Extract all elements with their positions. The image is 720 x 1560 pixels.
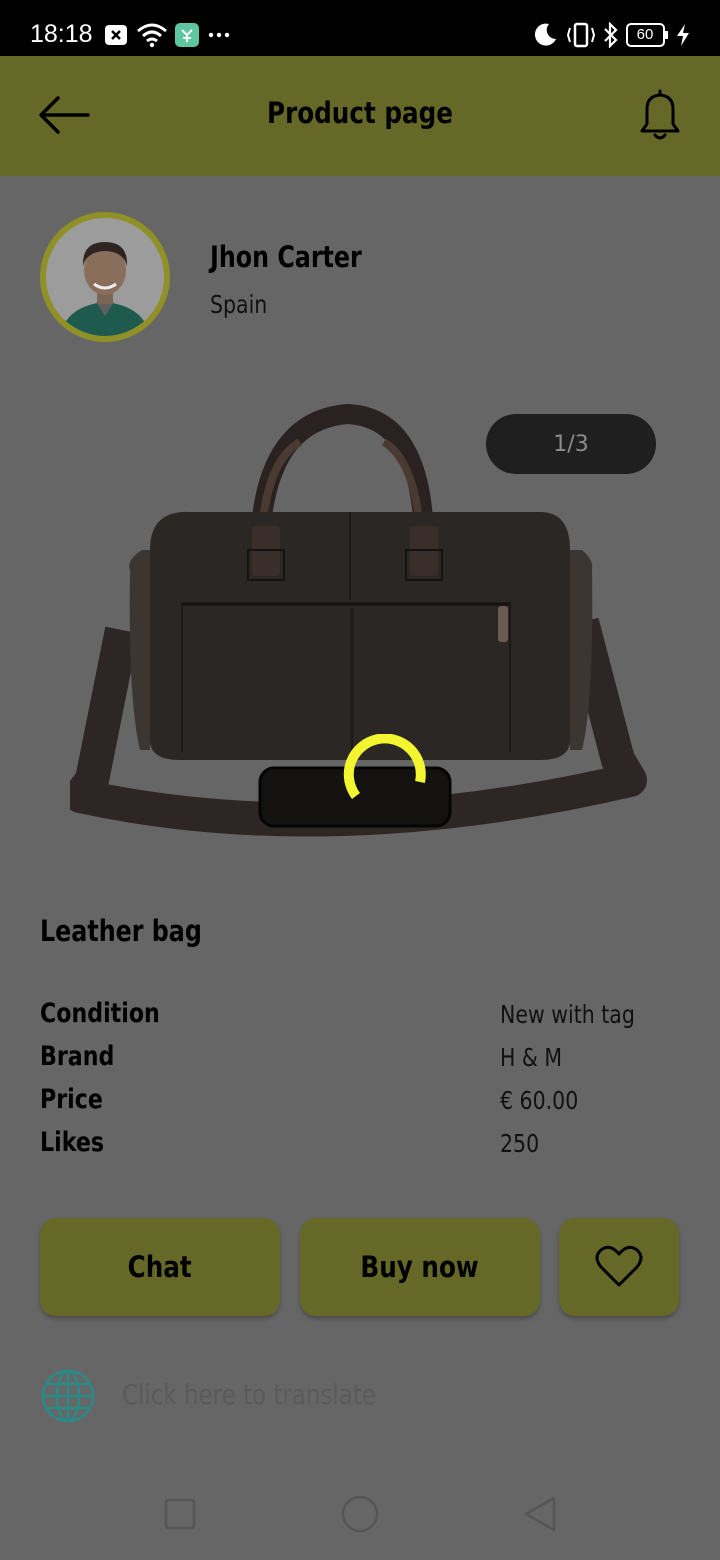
detail-label: Likes	[40, 1127, 105, 1158]
detail-row-brand: Brand H & M	[40, 1041, 680, 1084]
square-icon	[164, 1498, 196, 1530]
loading-spinner-icon	[343, 734, 426, 799]
system-navigation-bar	[0, 1464, 720, 1560]
detail-row-condition: Condition New with tag	[40, 998, 680, 1041]
translate-label: Click here to translate	[122, 1378, 376, 1411]
chat-button-label: Chat	[127, 1250, 193, 1284]
notifications-button[interactable]	[632, 88, 688, 144]
translate-link[interactable]: Click here to translate	[40, 1366, 440, 1426]
like-button[interactable]	[559, 1218, 679, 1316]
status-right-icons: 60	[532, 22, 692, 50]
detail-value: New with tag	[500, 1000, 635, 1029]
back-nav-button[interactable]	[518, 1492, 562, 1536]
buy-now-button-label: Buy now	[360, 1250, 480, 1284]
battery-level: 60	[636, 26, 654, 43]
image-counter: 1/3	[486, 414, 656, 474]
detail-value: 250	[500, 1129, 540, 1158]
status-bar: 18:18 60	[0, 0, 720, 56]
bluetooth-icon	[604, 22, 618, 48]
heart-icon	[595, 1245, 643, 1287]
recents-button[interactable]	[158, 1492, 202, 1536]
more-notifications-icon	[208, 32, 230, 38]
vibrate-icon	[566, 22, 596, 48]
app-header: Product page	[0, 56, 720, 176]
detail-row-price: Price € 60.00	[40, 1084, 680, 1127]
notification-icon	[105, 25, 127, 45]
buy-now-button[interactable]: Buy now	[300, 1218, 540, 1316]
wifi-icon	[137, 23, 167, 48]
detail-label: Brand	[40, 1041, 115, 1072]
detail-label: Condition	[40, 998, 160, 1029]
detail-label: Price	[40, 1084, 103, 1115]
chat-button[interactable]: Chat	[40, 1218, 280, 1316]
product-details: Condition New with tag Brand H & M Price…	[40, 998, 680, 1170]
triangle-back-icon	[524, 1496, 556, 1532]
back-arrow-icon	[39, 96, 90, 134]
status-time: 18:18	[30, 20, 93, 48]
seller-location: Spain	[210, 290, 268, 319]
bell-icon	[640, 89, 680, 140]
seller-avatar[interactable]	[40, 212, 170, 342]
charging-icon	[677, 24, 689, 46]
do-not-disturb-moon-icon	[534, 23, 556, 46]
circle-icon	[341, 1495, 379, 1533]
seller-name[interactable]: Jhon Carter	[210, 240, 362, 274]
app-notification-icon	[175, 23, 199, 47]
detail-value: € 60.00	[500, 1086, 579, 1115]
home-button[interactable]	[338, 1492, 382, 1536]
globe-icon	[41, 1369, 95, 1423]
detail-value: H & M	[500, 1043, 563, 1072]
avatar-portrait	[46, 218, 164, 336]
battery-icon: 60	[626, 22, 668, 48]
back-button[interactable]	[30, 90, 94, 140]
page-title: Product page	[267, 96, 453, 130]
product-title: Leather bag	[40, 914, 202, 948]
detail-row-likes: Likes 250	[40, 1127, 680, 1170]
